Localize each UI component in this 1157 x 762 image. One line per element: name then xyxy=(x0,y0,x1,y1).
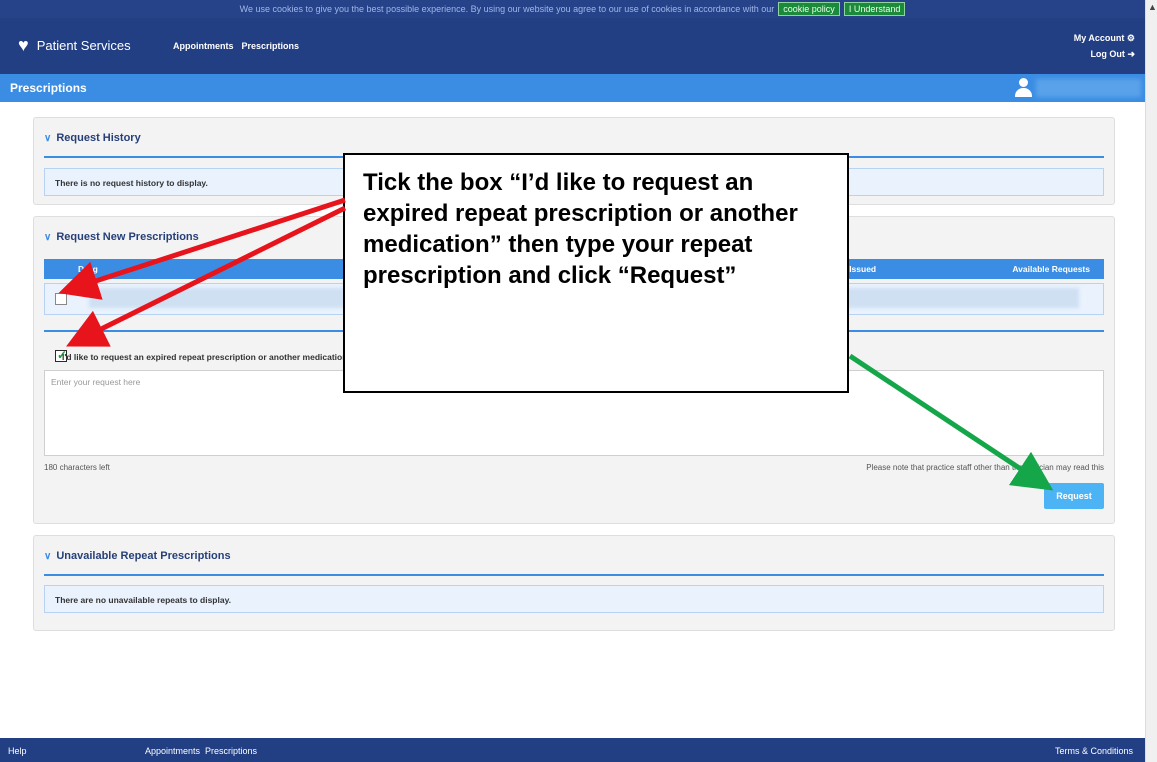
cookie-accept-button[interactable]: I Understand xyxy=(843,2,906,16)
footer-appointments-link[interactable]: Appointments xyxy=(145,746,200,756)
unavailable-empty: There are no unavailable repeats to disp… xyxy=(44,585,1104,613)
cookie-text: We use cookies to give you the best poss… xyxy=(239,4,775,14)
scroll-up-icon[interactable]: ▲ xyxy=(1148,2,1157,12)
page-title-bar: Prescriptions xyxy=(0,74,1145,102)
expired-request-label: I'd like to request an expired repeat pr… xyxy=(62,352,348,362)
unavailable-toggle[interactable]: ∨ Unavailable Repeat Prescriptions xyxy=(44,550,231,562)
page-title: Prescriptions xyxy=(10,81,87,95)
cookie-banner: We use cookies to give you the best poss… xyxy=(0,0,1145,18)
request-history-toggle[interactable]: ∨ Request History xyxy=(44,132,141,144)
gear-icon: ⚙ xyxy=(1126,33,1135,43)
footer: Help Appointments Prescriptions Terms & … xyxy=(0,738,1145,762)
nav-appointments[interactable]: Appointments xyxy=(173,41,234,51)
user-icon xyxy=(1014,77,1032,99)
request-button[interactable]: Request xyxy=(1044,483,1104,509)
page-scrollbar[interactable]: ▲ xyxy=(1145,0,1157,762)
unavailable-panel: ∨ Unavailable Repeat Prescriptions There… xyxy=(33,535,1115,631)
cookie-policy-link[interactable]: cookie policy xyxy=(778,2,840,16)
brand-name: Patient Services xyxy=(36,37,131,53)
row-select-checkbox[interactable] xyxy=(55,293,67,305)
nav-prescriptions[interactable]: Prescriptions xyxy=(242,41,300,51)
chevron-down-icon: ∨ xyxy=(44,550,52,562)
chevron-down-icon: ∨ xyxy=(44,132,52,144)
chevron-down-icon: ∨ xyxy=(44,231,52,243)
log-out-link[interactable]: Log Out ➜ xyxy=(1074,46,1135,62)
staff-note: Please note that practice staff other th… xyxy=(866,463,1104,472)
logout-icon: ➜ xyxy=(1127,49,1135,59)
unavailable-heading: Unavailable Repeat Prescriptions xyxy=(56,550,231,562)
column-available-requests: Available Requests xyxy=(1012,264,1090,274)
footer-prescriptions-link[interactable]: Prescriptions xyxy=(205,746,257,756)
top-header: ♥ Patient Services Appointments Prescrip… xyxy=(0,18,1145,74)
heart-icon: ♥ xyxy=(18,35,29,55)
footer-terms-link[interactable]: Terms & Conditions xyxy=(1055,746,1133,756)
my-account-link[interactable]: My Account ⚙ xyxy=(1074,30,1135,46)
column-drug: Drug xyxy=(78,264,98,274)
account-menu: My Account ⚙ Log Out ➜ xyxy=(1074,30,1135,62)
characters-left: 180 characters left xyxy=(44,463,110,472)
brand-logo[interactable]: ♥ Patient Services xyxy=(18,36,131,54)
divider xyxy=(44,574,1104,576)
request-new-heading: Request New Prescriptions xyxy=(56,231,199,243)
user-name-redacted xyxy=(1036,79,1141,97)
request-new-toggle[interactable]: ∨ Request New Prescriptions xyxy=(44,231,199,243)
request-history-heading: Request History xyxy=(56,132,141,144)
instruction-callout: Tick the box “I’d like to request an exp… xyxy=(343,153,849,393)
main-nav: Appointments Prescriptions xyxy=(173,41,299,51)
footer-help-link[interactable]: Help xyxy=(8,746,27,756)
